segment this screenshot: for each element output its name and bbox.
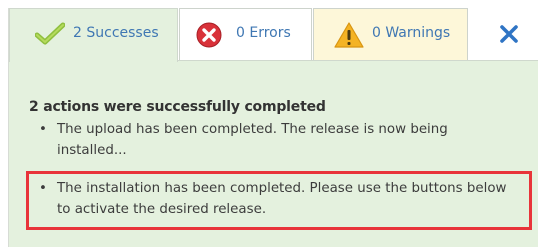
message-heading: 2 actions were successfully completed [29, 99, 326, 115]
bullet-dot: • [39, 122, 47, 137]
list-item-text: The installation has been completed. Ple… [57, 181, 507, 217]
close-button[interactable] [495, 20, 523, 48]
tab-errors-label: 0 Errors [236, 25, 291, 41]
success-message-area: 2 actions were successfully completed • … [9, 60, 538, 247]
list-item-highlighted: • The installation has been completed. P… [39, 178, 519, 220]
tab-warnings-label: 0 Warnings [372, 25, 451, 41]
tab-errors[interactable]: 0 Errors [179, 8, 312, 60]
tab-warnings[interactable]: 0 Warnings [313, 8, 468, 60]
close-icon [495, 25, 523, 52]
bullet-dot: • [39, 181, 47, 196]
check-icon [34, 22, 66, 50]
message-list: • The upload has been completed. The rel… [39, 119, 519, 165]
tab-successes[interactable]: 2 Successes [9, 8, 178, 62]
tab-successes-label: 2 Successes [73, 25, 159, 41]
warning-triangle-icon [334, 22, 364, 53]
notification-panel: 2 Successes 0 Errors 0 Warnings 2 action… [8, 8, 538, 247]
list-item-text: The upload has been completed. The relea… [57, 122, 448, 158]
list-item: • The upload has been completed. The rel… [39, 119, 519, 165]
error-x-icon [195, 22, 223, 54]
status-tabs: 2 Successes 0 Errors 0 Warnings [9, 8, 538, 62]
